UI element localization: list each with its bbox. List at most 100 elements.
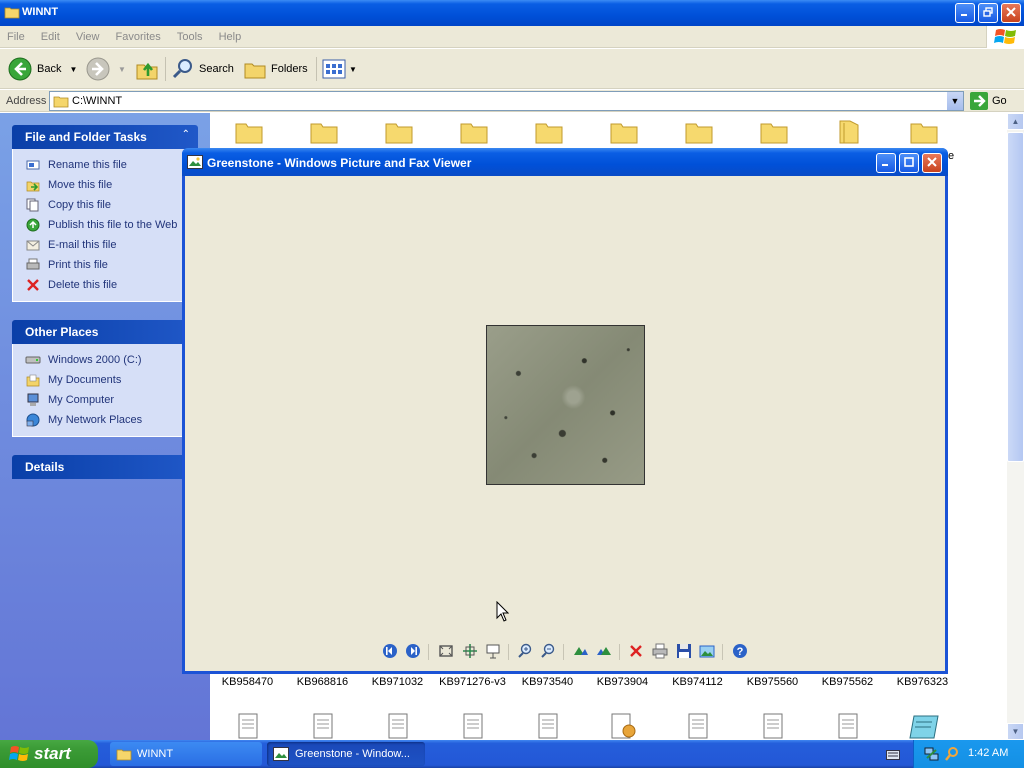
file-name[interactable]: KB968816 [285,676,360,688]
place-my-computer[interactable]: My Computer [13,390,197,410]
place-my-network-places[interactable]: My Network Places [13,410,197,430]
delete-button[interactable] [627,642,645,660]
taskbar-button-picture-viewer[interactable]: Greenstone - Window... [267,742,425,766]
task-delete[interactable]: Delete this file [13,275,197,295]
collapse-chevron-icon[interactable]: ⌃ [182,129,190,140]
file-name[interactable]: KB971032 [360,676,435,688]
views-button[interactable]: ▼ [322,55,357,83]
folder-icon[interactable] [909,119,939,145]
viewer-maximize-button[interactable] [899,153,919,173]
notepad-icon[interactable] [908,713,940,739]
text-file-icon[interactable] [462,713,484,739]
search-tray-icon[interactable] [944,746,960,762]
forward-dropdown-icon[interactable]: ▼ [118,65,126,74]
place-my-documents[interactable]: My Documents [13,370,197,390]
address-input[interactable]: C:\WINNT ▼ [49,91,964,111]
next-image-button[interactable] [404,642,422,660]
go-button[interactable]: Go [970,92,1007,110]
rotate-counterclockwise-button[interactable] [595,642,613,660]
config-file-icon[interactable] [610,713,638,739]
slideshow-button[interactable] [484,642,502,660]
folders-button[interactable]: Folders [243,55,308,83]
back-dropdown-icon[interactable]: ▼ [69,65,77,74]
address-dropdown-button[interactable]: ▼ [947,92,963,110]
text-file-icon[interactable] [837,713,859,739]
task-publish-web[interactable]: Publish this file to the Web [13,215,197,235]
file-name[interactable]: KB973540 [510,676,585,688]
open-folder-icon[interactable] [834,119,864,145]
folder-icon[interactable] [459,119,489,145]
folder-icon[interactable] [534,119,564,145]
folder-icon[interactable] [609,119,639,145]
other-places-header[interactable]: Other Places [12,320,198,344]
file-name[interactable]: KB975562 [810,676,885,688]
search-button[interactable]: Search [171,55,234,83]
folder-icon[interactable] [759,119,789,145]
text-file-icon[interactable] [387,713,409,739]
views-dropdown-icon[interactable]: ▼ [349,65,357,74]
menu-help[interactable]: Help [212,26,248,43]
print-button[interactable] [651,642,669,660]
scroll-down-button[interactable]: ▼ [1007,723,1024,740]
edit-image-button[interactable] [698,642,716,660]
system-tray: 1:42 AM [913,740,1024,768]
folder-icon[interactable] [234,119,264,145]
actual-size-button[interactable] [461,642,479,660]
rotate-clockwise-button[interactable] [572,642,590,660]
viewer-close-button[interactable] [922,153,942,173]
task-move[interactable]: Move this file [13,175,197,195]
picture-viewer-window: Greenstone - Windows Picture and Fax Vie… [182,148,948,674]
details-header[interactable]: Details [12,455,198,479]
network-tray-icon[interactable] [924,746,940,762]
task-print[interactable]: Print this file [13,255,197,275]
menu-tools[interactable]: Tools [170,26,209,43]
viewer-minimize-button[interactable] [876,153,896,173]
menu-view[interactable]: View [69,26,106,43]
clock[interactable]: 1:42 AM [968,747,1008,759]
menu-file[interactable]: File [0,26,31,43]
previous-image-button[interactable] [381,642,399,660]
start-button[interactable]: start [0,740,98,768]
file-name[interactable]: KB971276-v3 [435,676,510,688]
restore-button[interactable] [978,3,998,23]
file-name[interactable]: KB958470 [210,676,285,688]
file-name[interactable]: KB974112 [660,676,735,688]
save-button[interactable] [675,642,693,660]
text-file-icon[interactable] [687,713,709,739]
help-button[interactable]: ? [731,642,749,660]
file-folder-tasks-header[interactable]: File and Folder Tasks ⌃ [12,125,198,149]
vertical-scrollbar[interactable]: ▲ ▼ [1007,113,1024,740]
text-file-icon[interactable] [237,713,259,739]
viewer-titlebar[interactable]: Greenstone - Windows Picture and Fax Vie… [182,148,948,176]
file-name[interactable]: KB975560 [735,676,810,688]
folder-icon[interactable] [684,119,714,145]
zoom-out-button[interactable] [539,642,557,660]
text-file-icon[interactable] [312,713,334,739]
back-button[interactable]: Back ▼ [8,55,77,83]
scrollbar-thumb[interactable] [1007,132,1024,462]
taskbar-button-winnt[interactable]: WINNT [110,742,262,766]
rotate-clockwise-icon [574,647,588,655]
toolbar-separator [428,644,429,660]
best-fit-button[interactable] [437,642,455,660]
file-name[interactable]: KB973904 [585,676,660,688]
close-button[interactable] [1001,3,1021,23]
task-email[interactable]: E-mail this file [13,235,197,255]
folder-icon[interactable] [384,119,414,145]
text-file-icon[interactable] [762,713,784,739]
folder-icon[interactable] [309,119,339,145]
text-file-icon[interactable] [537,713,559,739]
place-drive-c[interactable]: Windows 2000 (C:) [13,350,197,370]
task-rename[interactable]: Rename this file [13,155,197,175]
minimize-button[interactable] [955,3,975,23]
forward-button[interactable]: ▼ [86,55,126,83]
task-copy[interactable]: Copy this file [13,195,197,215]
scroll-up-button[interactable]: ▲ [1007,113,1024,130]
up-folder-button[interactable] [135,55,159,83]
file-name[interactable]: KB976323 [885,676,960,688]
zoom-in-button[interactable] [516,642,534,660]
explorer-titlebar[interactable]: WINNT [0,0,1024,26]
menu-edit[interactable]: Edit [34,26,66,43]
keyboard-icon[interactable] [886,750,900,760]
menu-favorites[interactable]: Favorites [109,26,167,43]
